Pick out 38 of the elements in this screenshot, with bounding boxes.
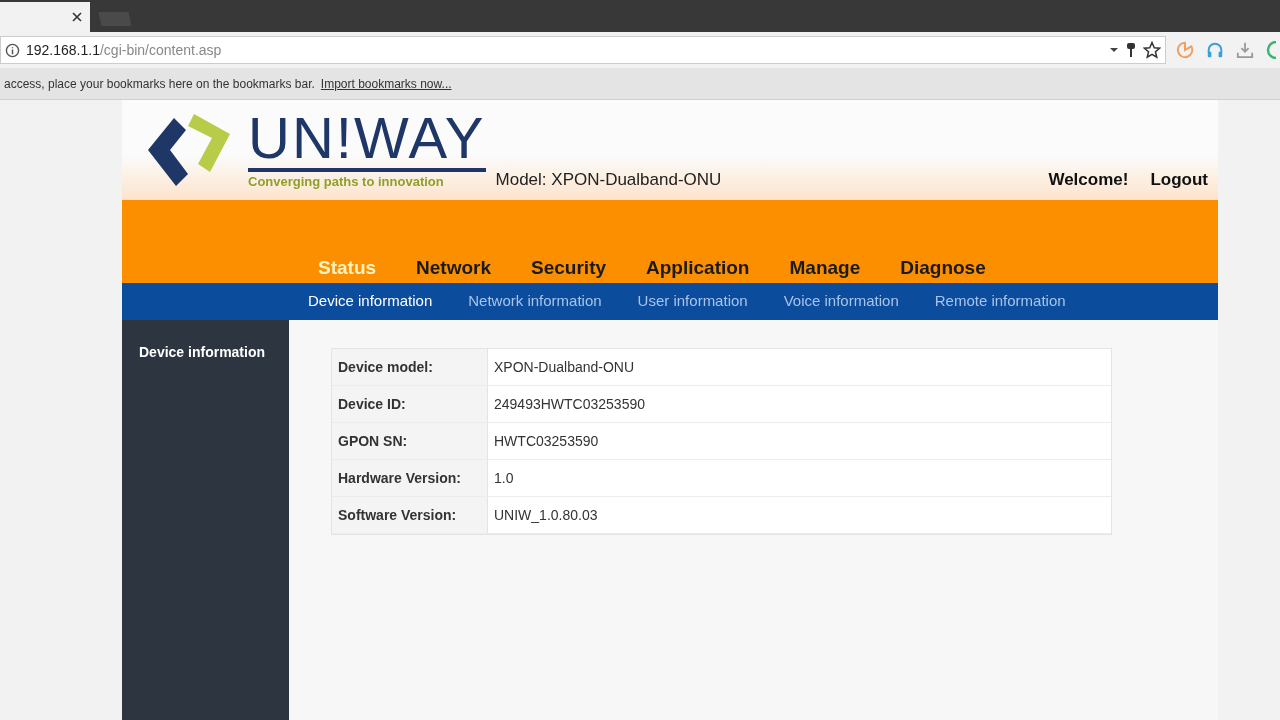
field-label: GPON SN: — [332, 423, 488, 459]
key-icon[interactable] — [1125, 42, 1137, 58]
address-bar[interactable]: 192.168.1.1/cgi-bin/content.asp — [0, 36, 1166, 64]
info-icon[interactable] — [5, 42, 20, 58]
welcome-text: Welcome! — [1048, 168, 1129, 191]
field-value: 249493HWTC03253590 — [493, 394, 646, 414]
main-menu-tab[interactable]: Diagnose — [900, 253, 986, 283]
sidebar-item[interactable]: Device information — [139, 342, 289, 363]
main-menu-tab[interactable]: Network — [416, 253, 492, 283]
main-menu-tab[interactable]: Security — [531, 253, 607, 283]
sub-menu-tab[interactable]: Voice information — [783, 290, 899, 313]
field-label: Device model: — [332, 349, 488, 385]
logout-link[interactable]: Logout — [1150, 166, 1208, 192]
field-label: Hardware Version: — [332, 460, 488, 496]
field-label: Software Version: — [332, 497, 488, 533]
logo-tagline: Converging paths to innovation — [248, 173, 445, 191]
download-icon[interactable] — [1236, 41, 1254, 59]
dropdown-icon[interactable] — [1109, 46, 1119, 54]
pie-icon[interactable] — [1176, 41, 1194, 59]
main-menu-tab[interactable]: Manage — [789, 253, 861, 283]
main-menu-tab[interactable]: Application — [646, 253, 750, 283]
sub-menu-tab[interactable]: Remote information — [934, 290, 1066, 313]
bookmarks-message: access, place your bookmarks here on the bookmarks bar. — [4, 75, 315, 93]
sub-menu-tab[interactable]: Device information — [308, 290, 433, 313]
field-label: Device ID: — [332, 386, 488, 422]
field-value: UNIW_1.0.80.03 — [493, 505, 599, 525]
close-icon[interactable] — [72, 12, 82, 22]
headphones-icon[interactable] — [1206, 41, 1224, 59]
import-bookmarks-link[interactable]: Import bookmarks now... — [320, 74, 452, 93]
star-icon[interactable] — [1143, 41, 1161, 59]
field-value: XPON-Dualband-ONU — [493, 357, 636, 377]
field-value: HWTC03253590 — [493, 431, 600, 451]
model-text: Model: XPON-Dualband-ONU — [495, 168, 722, 191]
sub-menu-tab[interactable]: User information — [637, 290, 748, 313]
sub-menu-tab[interactable]: Network information — [468, 290, 602, 313]
logo-text: UN!WAY — [248, 108, 486, 172]
field-value: 1.0 — [493, 468, 515, 488]
url-text: 192.168.1.1/cgi-bin/content.asp — [26, 40, 223, 60]
